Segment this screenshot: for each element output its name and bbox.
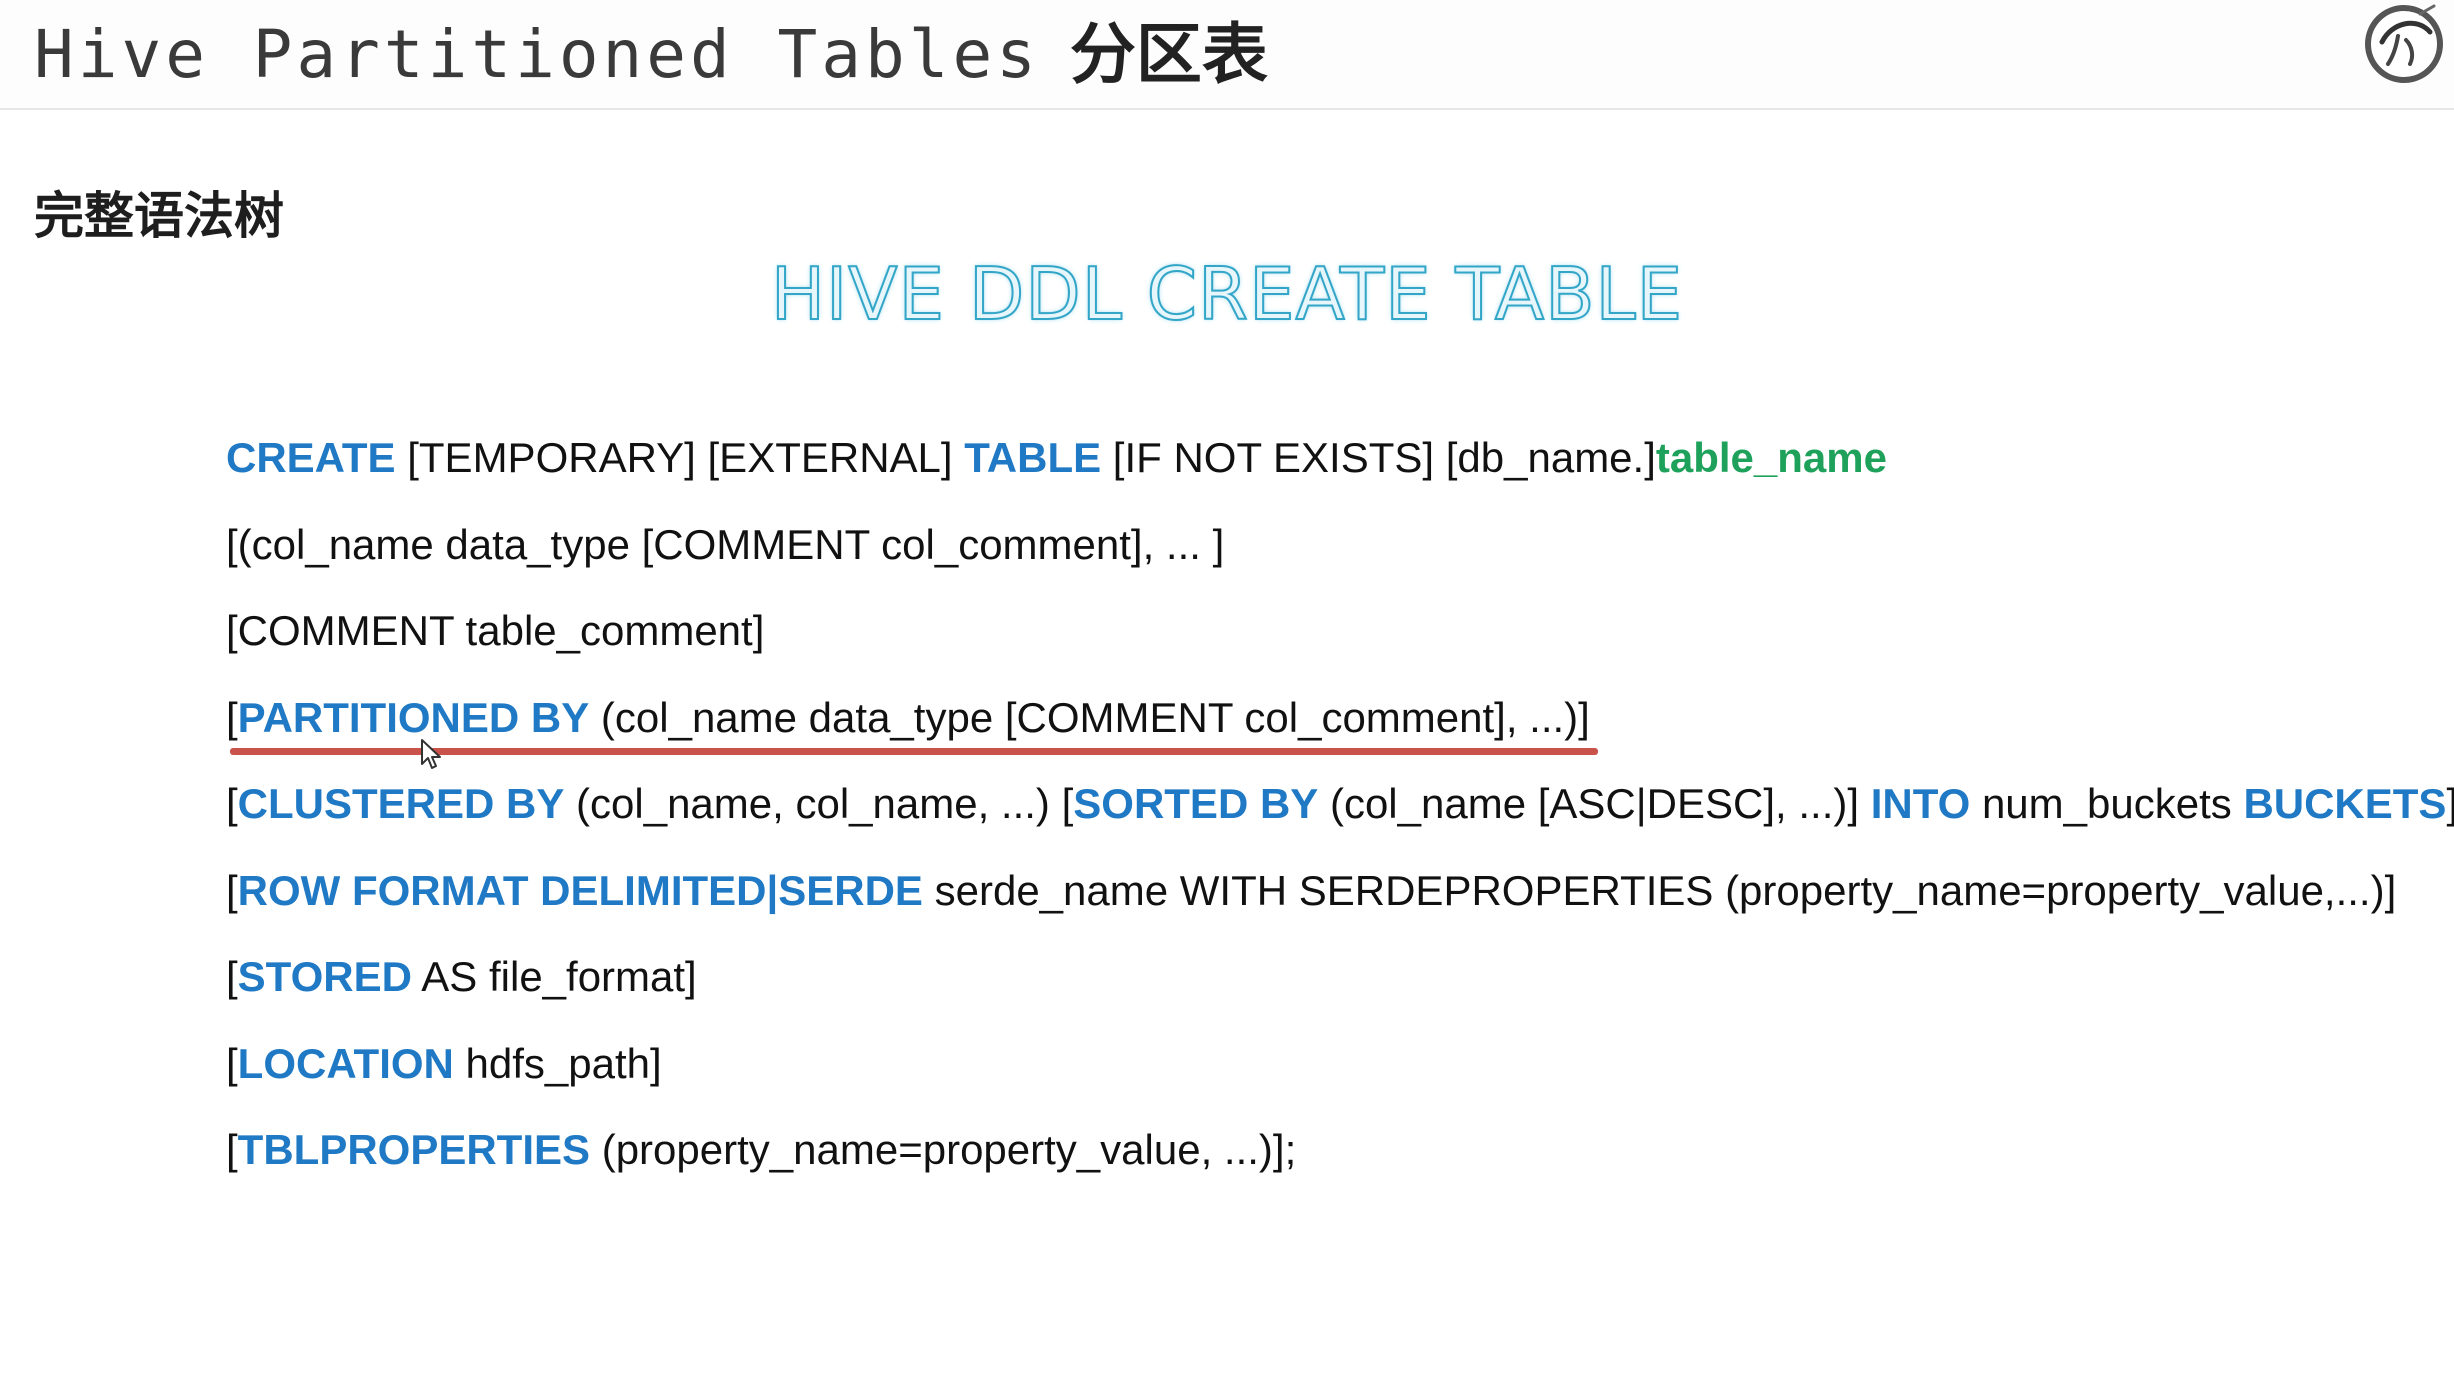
keyword-create: CREATE [226, 434, 396, 481]
text-segment: [ [226, 693, 238, 741]
page-title-zh: 分区表 [1069, 16, 1268, 93]
keyword-table: TABLE [964, 434, 1102, 481]
syntax-line-create: CREATE [TEMPORARY] [EXTERNAL] TABLE [IF … [226, 422, 2454, 509]
keyword-partitioned-by: PARTITIONED BY [237, 693, 590, 741]
keyword-location: LOCATION [237, 1039, 454, 1087]
keyword-stored: STORED [237, 953, 412, 1000]
text-segment: ] [2446, 780, 2454, 827]
text-segment: [ [226, 866, 238, 914]
page-title: Hive Partitioned Tables 分区表 [34, 10, 1268, 100]
text-segment: (col_name, col_name, ...) [ [564, 780, 1074, 827]
keyword-clustered-by: CLUSTERED BY [237, 780, 565, 827]
keyword-buckets: BUCKETS [2243, 780, 2447, 827]
syntax-line-row-format: [ROW FORMAT DELIMITED|SERDE serde_name W… [226, 855, 2454, 942]
syntax-line-comment: [COMMENT table_comment] [226, 595, 2454, 682]
text-segment: AS file_format] [411, 953, 697, 1000]
syntax-line-partitioned: [PARTITIONED BY (col_name data_type [COM… [226, 682, 2454, 769]
diagram-title: HIVE DDL CREATE TABLE [770, 251, 1684, 337]
text-segment: (col_name [ASC|DESC], ...)] [1318, 780, 1871, 827]
text-segment: [COMMENT table_comment] [226, 607, 765, 654]
syntax-line-columns: [(col_name data_type [COMMENT col_commen… [226, 509, 2454, 596]
syntax-line-location: [LOCATION hdfs_path] [226, 1028, 2454, 1115]
text-segment: (property_name=property_value, ...)]; [590, 1126, 1297, 1173]
header-bar: Hive Partitioned Tables 分区表 [0, 0, 2454, 110]
text-segment: serde_name WITH SERDEPROPERTIES (propert… [922, 866, 2397, 914]
text-segment: (col_name data_type [COMMENT col_comment… [589, 693, 1590, 741]
text-segment: [ [226, 1126, 238, 1173]
text-segment: num_buckets [1970, 780, 2244, 827]
section-heading: 完整语法树 [34, 187, 284, 245]
page-title-en: Hive Partitioned Tables [34, 16, 1040, 93]
text-segment: [ [226, 780, 238, 827]
round-brush-logo-icon [2365, 4, 2443, 83]
text-segment: [ [226, 953, 238, 1000]
keyword-tblproperties: TBLPROPERTIES [237, 1126, 591, 1173]
keyword-into: INTO [1870, 780, 1971, 827]
text-segment: [ [226, 1039, 238, 1087]
text-segment: [TEMPORARY] [EXTERNAL] [395, 434, 965, 481]
keyword-row-format: ROW FORMAT DELIMITED|SERDE [237, 866, 923, 914]
keyword-sorted-by: SORTED BY [1073, 780, 1319, 827]
syntax-line-stored: [STORED AS file_format] [226, 941, 2454, 1028]
syntax-line-tblproperties: [TBLPROPERTIES (property_name=property_v… [226, 1114, 2454, 1201]
text-segment: hdfs_path] [453, 1039, 662, 1087]
text-segment: [IF NOT EXISTS] [db_name.] [1101, 434, 1656, 481]
mouse-pointer-icon [421, 739, 441, 769]
text-segment: [(col_name data_type [COMMENT col_commen… [226, 520, 1225, 568]
identifier-table-name: table_name [1655, 434, 1887, 481]
syntax-line-clustered: [CLUSTERED BY (col_name, col_name, ...) … [226, 768, 2454, 855]
syntax-block: CREATE [TEMPORARY] [EXTERNAL] TABLE [IF … [226, 422, 2454, 1201]
